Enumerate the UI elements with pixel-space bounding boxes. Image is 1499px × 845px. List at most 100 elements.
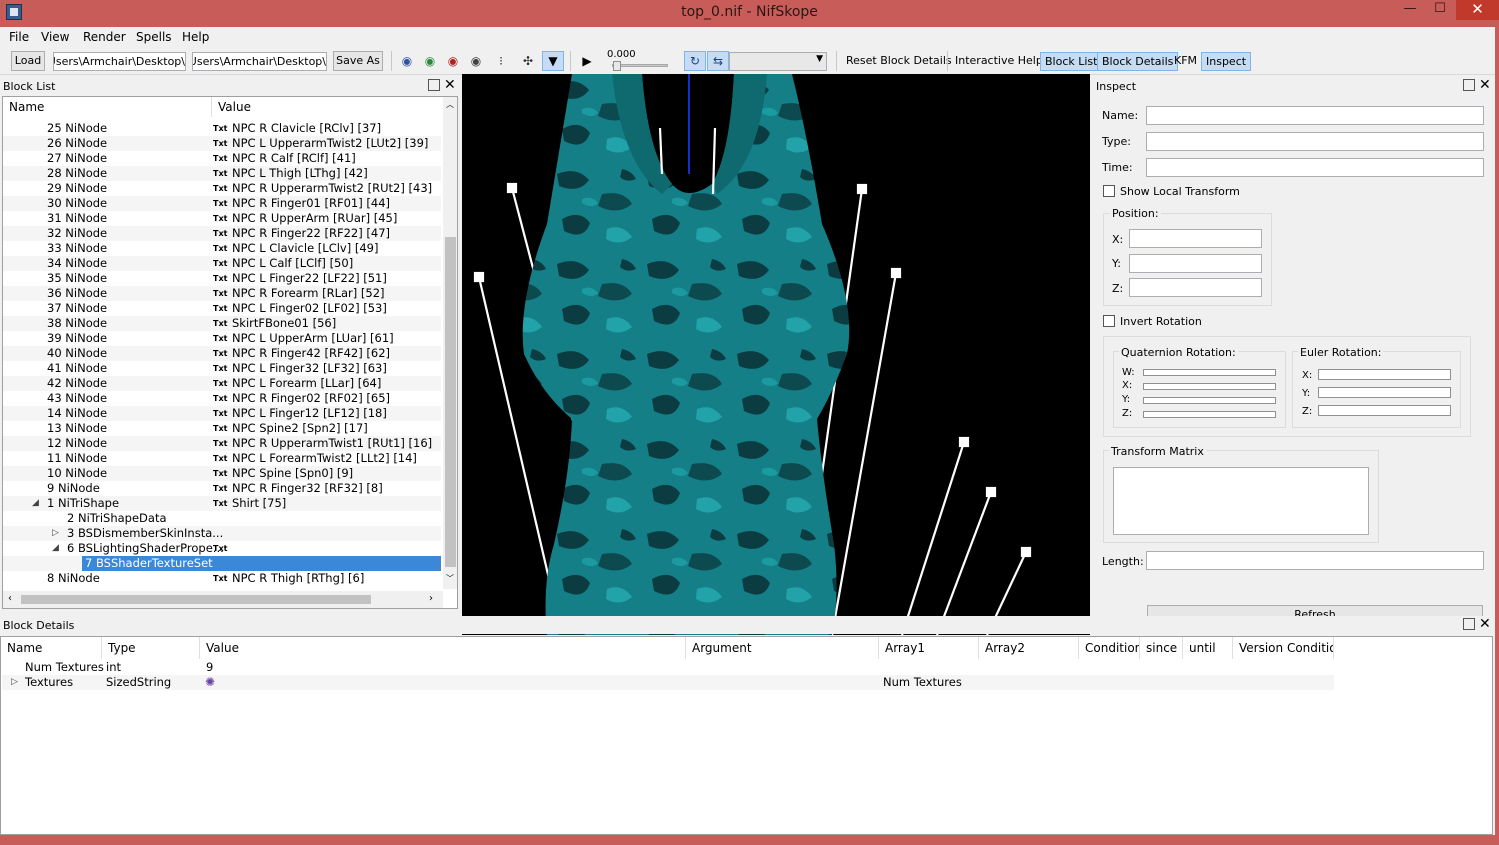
column-header-argument[interactable]: Argument — [686, 637, 879, 659]
view-side-icon[interactable]: ◉ — [421, 53, 439, 69]
tree-row[interactable]: 25 NiNode Txt NPC R Clavicle [RClv] [37] — [3, 121, 441, 136]
euler-z-field[interactable] — [1318, 405, 1451, 416]
view-dropdown-icon[interactable]: ▼ — [542, 51, 564, 71]
float-icon[interactable] — [428, 79, 440, 91]
name-field[interactable] — [1146, 106, 1484, 125]
tree-row[interactable]: 13 NiNode Txt NPC Spine2 [Spn2] [17] — [3, 421, 441, 436]
save-as-button[interactable]: Save As — [333, 51, 383, 71]
euler-x-field[interactable] — [1318, 369, 1451, 380]
tree-row[interactable]: 36 NiNode Txt NPC R Forearm [RLar] [52] — [3, 286, 441, 301]
scrollbar-thumb[interactable] — [445, 237, 456, 567]
tree-row[interactable]: 40 NiNode Txt NPC R Finger42 [RF42] [62] — [3, 346, 441, 361]
tree-row[interactable]: 39 NiNode Txt NPC L UpperArm [LUar] [61] — [3, 331, 441, 346]
quat-y-field[interactable] — [1143, 397, 1276, 404]
loop-icon[interactable]: ↻ — [684, 51, 706, 71]
scroll-up-icon[interactable]: ︿ — [446, 99, 454, 110]
transform-matrix-field[interactable] — [1113, 467, 1369, 535]
collapse-icon[interactable]: ◢ — [32, 496, 39, 511]
column-header-condition[interactable]: Condition — [1079, 637, 1140, 659]
column-header-since[interactable]: since — [1140, 637, 1183, 659]
position-z-field[interactable] — [1129, 278, 1262, 297]
tree-row[interactable]: 33 NiNode Txt NPC L Clavicle [LClv] [49] — [3, 241, 441, 256]
vertical-scrollbar[interactable]: ︿ ﹀ — [443, 97, 457, 589]
menu-spells[interactable]: Spells — [136, 30, 172, 44]
quat-z-field[interactable] — [1143, 411, 1276, 418]
position-x-field[interactable] — [1129, 229, 1262, 248]
position-y-field[interactable] — [1129, 254, 1262, 273]
scroll-down-icon[interactable]: ﹀ — [446, 573, 454, 584]
expand-icon[interactable]: ▷ — [11, 675, 18, 690]
menu-file[interactable]: File — [9, 30, 29, 44]
scroll-left-icon[interactable]: ‹ — [8, 593, 12, 604]
float-icon[interactable] — [1463, 79, 1475, 91]
block-list-tree[interactable]: Name Value 25 NiNode Txt NPC R Clavicle [R… — [2, 96, 458, 609]
euler-y-field[interactable] — [1318, 387, 1451, 398]
tree-row[interactable]: ◢ 6 BSLightingShaderPrope... Txt — [3, 541, 441, 556]
load-button[interactable]: Load — [11, 51, 45, 71]
tree-row[interactable]: 11 NiNode Txt NPC L ForearmTwist2 [LLt2] [… — [3, 451, 441, 466]
tree-row[interactable]: 30 NiNode Txt NPC R Finger01 [RF01] [44] — [3, 196, 441, 211]
tree-row[interactable]: 34 NiNode Txt NPC L Calf [LClf] [50] — [3, 256, 441, 271]
close-button[interactable]: ✕ — [1456, 0, 1499, 20]
block-list-toggle[interactable]: Block List — [1040, 52, 1103, 71]
minimize-button[interactable]: — — [1395, 0, 1425, 20]
view-front-icon[interactable]: ◉ — [398, 53, 416, 69]
tree-row[interactable]: 35 NiNode Txt NPC L Finger22 [LF22] [51] — [3, 271, 441, 286]
scroll-right-icon[interactable]: › — [429, 593, 433, 604]
close-icon[interactable]: ✕ — [444, 77, 456, 93]
tree-row[interactable]: 37 NiNode Txt NPC L Finger02 [LF02] [53] — [3, 301, 441, 316]
walk-mode-icon[interactable]: ⁝ — [492, 53, 510, 69]
time-slider-thumb[interactable] — [613, 61, 621, 71]
tree-row[interactable]: 7 BSShaderTextureSet — [3, 556, 441, 571]
hscroll-thumb[interactable] — [21, 595, 371, 604]
tree-row[interactable]: 42 NiNode Txt NPC L Forearm [LLar] [64] — [3, 376, 441, 391]
tree-row[interactable]: 12 NiNode Txt NPC R UpperarmTwist1 [RUt1] … — [3, 436, 441, 451]
view-top-icon[interactable]: ◉ — [444, 53, 462, 69]
column-header-name[interactable]: Name — [3, 97, 212, 117]
column-header-name[interactable]: Name — [1, 637, 102, 659]
tree-row[interactable]: 31 NiNode Txt NPC R UpperArm [RUar] [45] — [3, 211, 441, 226]
tree-row[interactable]: 10 NiNode Txt NPC Spine [Spn0] [9] — [3, 466, 441, 481]
table-row[interactable]: ▷ Textures SizedString ✺ Num Textures — [2, 675, 1334, 690]
menu-view[interactable]: View — [41, 30, 69, 44]
quat-w-field[interactable] — [1143, 369, 1276, 376]
tree-row[interactable]: 2 NiTriShapeData — [3, 511, 441, 526]
column-header-until[interactable]: until — [1183, 637, 1233, 659]
close-icon[interactable]: ✕ — [1479, 616, 1491, 632]
column-header-array2[interactable]: Array2 — [979, 637, 1079, 659]
length-field[interactable] — [1146, 551, 1484, 570]
horizontal-scrollbar[interactable]: ‹ › — [3, 591, 443, 608]
tree-row[interactable]: 9 NiNode Txt NPC R Finger32 [RF32] [8] — [3, 481, 441, 496]
expand-icon[interactable]: ▷ — [52, 526, 59, 541]
kfm-toggle[interactable]: KFM — [1170, 52, 1201, 71]
tree-row[interactable]: 32 NiNode Txt NPC R Finger22 [RF22] [47] — [3, 226, 441, 241]
tree-row[interactable]: 38 NiNode Txt SkirtFBone01 [56] — [3, 316, 441, 331]
collapse-icon[interactable]: ◢ — [52, 541, 59, 556]
render-viewport[interactable] — [462, 74, 1090, 635]
column-header-array1[interactable]: Array1 — [879, 637, 979, 659]
tree-row[interactable]: ◢ 1 NiTriShape Txt Shirt [75] — [3, 496, 441, 511]
tree-row[interactable]: 28 NiNode Txt NPC L Thigh [LThg] [42] — [3, 166, 441, 181]
menu-render[interactable]: Render — [83, 30, 126, 44]
view-user-icon[interactable]: ◉ — [467, 53, 485, 69]
inspect-toggle[interactable]: Inspect — [1201, 52, 1252, 71]
tree-row[interactable]: 14 NiNode Txt NPC L Finger12 [LF12] [18] — [3, 406, 441, 421]
tree-row[interactable]: 26 NiNode Txt NPC L UpperarmTwist2 [LUt2] … — [3, 136, 441, 151]
load-path-input[interactable]: \Users\Armchair\Desktop\ — [53, 52, 186, 71]
tree-row[interactable]: 8 NiNode Txt NPC R Thigh [RThg] [6] — [3, 571, 441, 586]
animation-select[interactable]: ▼ — [729, 52, 827, 71]
float-icon[interactable] — [1463, 618, 1475, 630]
quat-x-field[interactable] — [1143, 383, 1276, 390]
type-field[interactable] — [1146, 132, 1484, 151]
block-details-table[interactable]: Name Type Value Argument Array1 Array2 C… — [0, 636, 1493, 835]
column-header-value[interactable]: Value — [212, 97, 443, 117]
tree-row[interactable]: 41 NiNode Txt NPC L Finger32 [LF32] [63] — [3, 361, 441, 376]
close-icon[interactable]: ✕ — [1479, 77, 1491, 93]
table-row[interactable]: Num Textures int 9 — [2, 660, 1334, 675]
play-icon[interactable]: ▶ — [578, 53, 596, 69]
tree-row[interactable]: ▷ 3 BSDismemberSkinInsta... — [3, 526, 441, 541]
interactive-help-button[interactable]: Interactive Help — [955, 54, 1043, 67]
axis-toggle-icon[interactable]: ✣ — [519, 53, 537, 69]
tree-row[interactable]: 29 NiNode Txt NPC R UpperarmTwist2 [RUt2] … — [3, 181, 441, 196]
column-header-type[interactable]: Type — [102, 637, 200, 659]
